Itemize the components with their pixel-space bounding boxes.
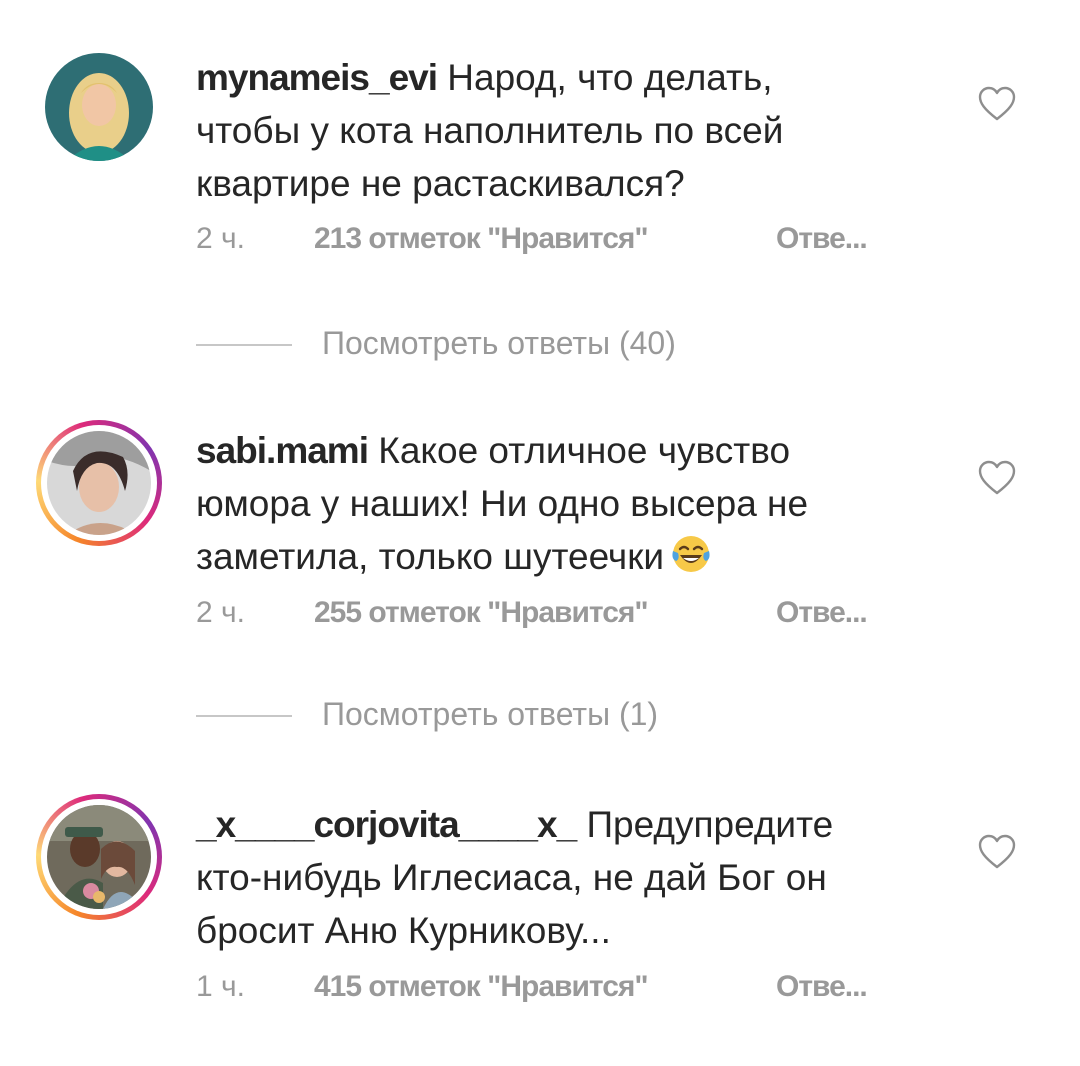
user-photo-icon <box>45 53 153 161</box>
comment-line: Какое отличное чувство <box>378 430 791 471</box>
reply-button[interactable]: Отве... <box>776 222 868 256</box>
username[interactable]: _x____corjovita____x_ <box>196 804 577 845</box>
likes-count[interactable]: 415 отметок "Нравится" <box>314 970 649 1004</box>
username[interactable]: sabi.mami <box>196 430 369 471</box>
comment-time: 2 ч. <box>196 222 245 255</box>
comment-time: 1 ч. <box>196 970 245 1003</box>
username[interactable]: mynameis_evi <box>196 57 438 98</box>
view-replies-button[interactable]: Посмотреть ответы (40) <box>196 325 896 365</box>
comment-line: Народ, что делать, <box>447 57 773 98</box>
reply-button[interactable]: Отве... <box>776 970 868 1004</box>
comment-time: 2 ч. <box>196 596 245 629</box>
view-replies-label: Посмотреть ответы (1) <box>322 696 659 732</box>
view-replies-button[interactable]: Посмотреть ответы (1) <box>196 696 896 736</box>
comment-line: квартире не растаскивался? <box>196 163 685 204</box>
view-replies-label: Посмотреть ответы (40) <box>322 325 676 361</box>
reply-button[interactable]: Отве... <box>776 596 868 630</box>
divider-line <box>196 344 292 346</box>
likes-count[interactable]: 255 отметок "Нравится" <box>314 596 649 630</box>
comment-line: чтобы у кота наполнитель по всей <box>196 110 784 151</box>
laughing-tears-emoji-icon <box>670 533 712 589</box>
like-heart-icon[interactable] <box>978 834 1016 870</box>
comment-line: кто-нибудь Иглесиаса, не дай Бог он <box>196 857 827 898</box>
divider-line <box>196 715 292 717</box>
comment-text: _x____corjovita____x_ Предупредите кто-н… <box>196 798 916 957</box>
like-heart-icon[interactable] <box>978 460 1016 496</box>
like-heart-icon[interactable] <box>978 86 1016 122</box>
comment-line: бросит Аню Курникову... <box>196 910 611 951</box>
comment-text: sabi.mami Какое отличное чувство юмора у… <box>196 424 916 589</box>
avatar[interactable] <box>36 794 162 920</box>
comment-line: заметила, только шутеечки <box>196 536 665 577</box>
comment-line: Предупредите <box>586 804 834 845</box>
user-photo-icon <box>47 431 151 535</box>
comment-line: юмора у наших! Ни одно высера не <box>196 483 809 524</box>
avatar[interactable] <box>36 420 162 546</box>
comment-text: mynameis_evi Народ, что делать, чтобы у … <box>196 51 916 210</box>
likes-count[interactable]: 213 отметок "Нравится" <box>314 222 649 256</box>
user-photo-icon <box>47 805 151 909</box>
avatar[interactable] <box>36 44 162 170</box>
